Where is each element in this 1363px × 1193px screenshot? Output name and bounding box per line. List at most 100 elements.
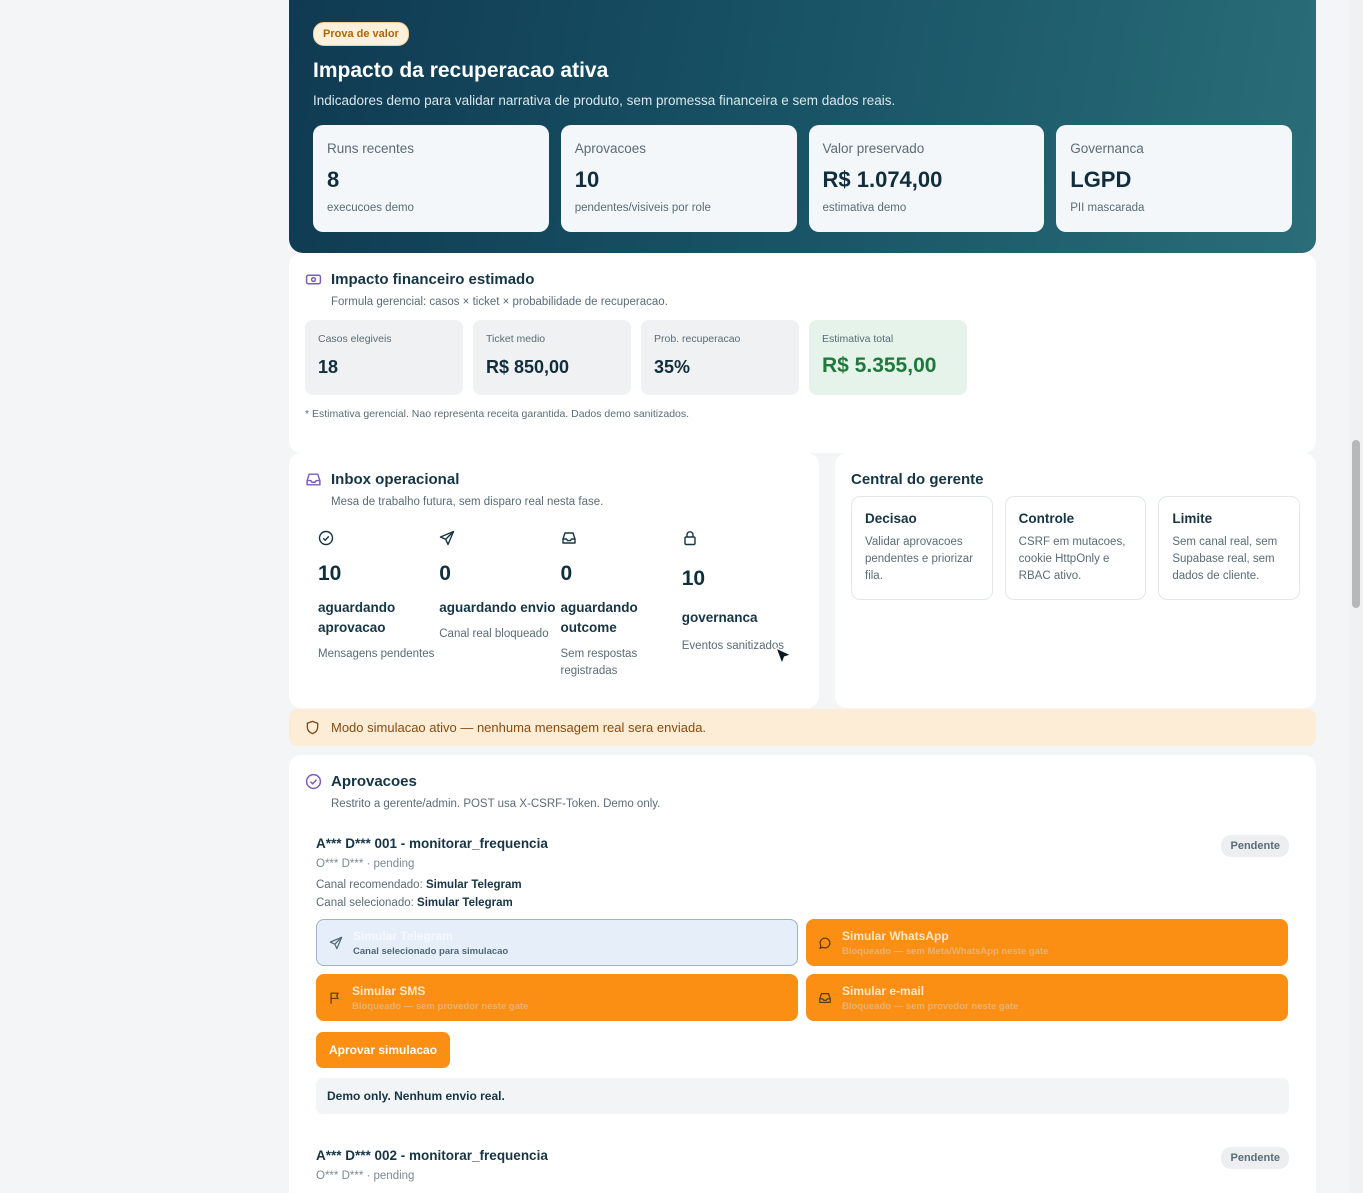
kpi-hint: PII mascarada bbox=[1070, 202, 1145, 214]
metric-label: Casos elegiveis bbox=[318, 333, 392, 345]
channel-option-desc: Bloqueado — sem provedor neste gate bbox=[842, 1000, 1019, 1012]
channel-option-desc: Bloqueado — sem provedor neste gate bbox=[352, 1000, 529, 1012]
lock-icon bbox=[684, 531, 696, 546]
inbox-stat-title: aguardando envio bbox=[439, 600, 556, 615]
channel-option-desc: Bloqueado — sem Meta/WhatsApp neste gate bbox=[842, 945, 1049, 957]
approval-item-meta: O*** D*** · pending bbox=[316, 1170, 415, 1182]
recommended-channel-value: Simular Telegram bbox=[425, 879, 522, 891]
kpi-card-approvals: Aprovacoes 10 pendentes/visiveis por rol… bbox=[560, 125, 797, 232]
section-title: Impacto financeiro estimado bbox=[331, 271, 535, 288]
kpi-value: R$ 1.074,00 bbox=[822, 167, 943, 192]
inbox-stats: 10 aguardando aprovacao Mensagens penden… bbox=[305, 530, 803, 680]
inbox-icon bbox=[561, 532, 576, 544]
section-title: Inbox operacional bbox=[331, 471, 460, 488]
kpi-label: Valor preservado bbox=[822, 141, 925, 156]
central-box-limit: Limite Sem canal real, sem Supabase real… bbox=[1158, 496, 1301, 600]
manager-central-card: Central do gerente Decisao Validar aprov… bbox=[835, 453, 1316, 708]
channel-option-title: Simular Telegram bbox=[353, 928, 453, 943]
kpi-hint: estimativa demo bbox=[822, 202, 907, 214]
metric-value: R$ 5.355,00 bbox=[822, 354, 937, 377]
selected-channel-value: Simular Telegram bbox=[417, 897, 513, 909]
channel-option-desc: Canal selecionado para simulacao bbox=[353, 945, 509, 957]
central-box-desc: Validar aprovacoes pendentes e priorizar… bbox=[865, 536, 974, 582]
kpi-card-preserved-value: Valor preservado R$ 1.074,00 estimativa … bbox=[808, 125, 1045, 232]
section-title: Central do gerente bbox=[851, 471, 984, 488]
operational-inbox-card: Inbox operacional Mesa de trabalho futur… bbox=[289, 453, 819, 708]
section-subtitle: Restrito a gerente/admin. POST usa X-CSR… bbox=[331, 798, 661, 810]
channel-option-title: Simular e-mail bbox=[842, 983, 925, 998]
inbox-stat-desc: Canal real bloqueado bbox=[439, 628, 549, 640]
inbox-stat-desc: Sem respostas registradas bbox=[560, 648, 638, 677]
selected-channel: Canal selecionado: Simular Telegram bbox=[316, 897, 1289, 909]
kpi-row: Runs recentes 8 execucoes demo Aprovacoe… bbox=[313, 125, 1292, 232]
send-icon bbox=[329, 936, 343, 949]
check-circle-icon bbox=[318, 530, 334, 546]
kpi-label: Aprovacoes bbox=[574, 141, 647, 156]
channel-option-telegram[interactable]: Simular Telegram Canal selecionado para … bbox=[316, 919, 798, 966]
inbox-stat-awaiting-send[interactable]: 0 aguardando envio Canal real bloqueado bbox=[439, 530, 560, 680]
financial-footnote: * Estimativa gerencial. Nao representa r… bbox=[305, 408, 690, 420]
approval-item-title: A*** D*** 002 - monitorar_frequencia bbox=[316, 1148, 548, 1163]
inbox-stat-desc: Mensagens pendentes bbox=[318, 648, 435, 660]
channel-options: Simular Telegram Canal selecionado para … bbox=[316, 919, 1289, 1021]
banner-text: Modo simulacao ativo — nenhuma mensagem … bbox=[331, 720, 707, 735]
inbox-stat-title: aguardando aprovacao bbox=[318, 600, 396, 635]
approvals-card: Aprovacoes Restrito a gerente/admin. POS… bbox=[289, 755, 1316, 1193]
central-box-desc: CSRF em mutacoes, cookie HttpOnly e RBAC… bbox=[1018, 536, 1126, 582]
shield-icon bbox=[306, 720, 319, 735]
channel-option-title: Simular SMS bbox=[352, 983, 426, 998]
channel-option-email[interactable]: Simular e-mail Bloqueado — sem provedor … bbox=[806, 974, 1288, 1021]
scrollbar-thumb[interactable] bbox=[1352, 440, 1360, 608]
approve-simulation-button[interactable]: Aprovar simulacao bbox=[316, 1032, 451, 1068]
inbox-stat-value: 0 bbox=[439, 562, 451, 585]
inbox-stat-value: 10 bbox=[318, 562, 342, 585]
mouse-cursor-icon bbox=[775, 647, 792, 665]
central-box-decision: Decisao Validar aprovacoes pendentes e p… bbox=[851, 496, 993, 600]
central-box-title: Decisao bbox=[865, 511, 917, 526]
check-circle-icon bbox=[305, 773, 322, 790]
metric-total-estimate: Estimativa total R$ 5.355,00 bbox=[809, 320, 967, 395]
value-proof-pill: Prova de valor bbox=[313, 22, 409, 46]
channel-option-sms[interactable]: Simular SMS Bloqueado — sem provedor nes… bbox=[316, 974, 798, 1021]
demo-only-note: Demo only. Nenhum envio real. bbox=[316, 1078, 1289, 1114]
channel-option-whatsapp[interactable]: Simular WhatsApp Bloqueado — sem Meta/Wh… bbox=[806, 919, 1288, 966]
inbox-stat-awaiting-approval[interactable]: 10 aguardando aprovacao Mensagens penden… bbox=[318, 530, 439, 680]
inbox-stat-title: aguardando outcome bbox=[560, 600, 638, 635]
financial-impact-card: Impacto financeiro estimado Formula gere… bbox=[289, 253, 1316, 453]
status-badge: Pendente bbox=[1221, 835, 1289, 857]
simulation-mode-banner: Modo simulacao ativo — nenhuma mensagem … bbox=[289, 709, 1316, 746]
section-subtitle: Mesa de trabalho futura, sem disparo rea… bbox=[331, 496, 604, 508]
approval-item-title: A*** D*** 001 - monitorar_frequencia bbox=[316, 836, 548, 851]
section-subtitle: Formula gerencial: casos × ticket × prob… bbox=[331, 296, 668, 308]
section-header: Inbox operacional bbox=[305, 471, 803, 488]
section-header: Aprovacoes bbox=[305, 773, 1300, 790]
central-box-control: Controle CSRF em mutacoes, cookie HttpOn… bbox=[1004, 496, 1147, 600]
metric-recovery-probability: Prob. recuperacao 35% bbox=[641, 320, 799, 395]
approval-item-meta: O*** D*** · pending bbox=[316, 858, 415, 870]
kpi-hint: pendentes/visiveis por role bbox=[574, 202, 711, 214]
metric-label: Estimativa total bbox=[822, 333, 894, 345]
kpi-value: LGPD bbox=[1070, 167, 1132, 192]
kpi-value: 10 bbox=[574, 167, 600, 192]
approval-item: A*** D*** 002 - monitorar_frequencia Pen… bbox=[305, 1147, 1300, 1182]
recommended-channel: Canal recomendado: Simular Telegram bbox=[316, 879, 1289, 891]
chat-bubble-icon bbox=[819, 937, 831, 949]
inbox-stat-title: governanca bbox=[681, 610, 758, 625]
section-title: Aprovacoes bbox=[331, 773, 417, 790]
status-badge: Pendente bbox=[1221, 1147, 1289, 1169]
selected-channel-label: Canal selecionado: bbox=[316, 897, 414, 909]
manager-central-boxes: Decisao Validar aprovacoes pendentes e p… bbox=[851, 496, 1301, 600]
inbox-stat-value: 10 bbox=[681, 567, 706, 590]
approval-item: A*** D*** 001 - monitorar_frequencia Pen… bbox=[305, 835, 1300, 1114]
page-scrollbar[interactable] bbox=[1349, 0, 1363, 1193]
inbox-stat-value: 0 bbox=[560, 562, 573, 585]
metric-average-ticket: Ticket medio R$ 850,00 bbox=[473, 320, 631, 395]
kpi-label: Governanca bbox=[1070, 141, 1144, 156]
metric-label: Prob. recuperacao bbox=[654, 333, 741, 345]
page-title: Impacto da recuperacao ativa bbox=[313, 59, 609, 82]
central-box-title: Limite bbox=[1172, 511, 1213, 526]
section-header: Impacto financeiro estimado bbox=[305, 271, 1300, 288]
send-icon bbox=[440, 530, 455, 546]
inbox-stat-awaiting-outcome[interactable]: 0 aguardando outcome Sem respostas regis… bbox=[561, 530, 682, 680]
metric-label: Ticket medio bbox=[486, 333, 546, 345]
